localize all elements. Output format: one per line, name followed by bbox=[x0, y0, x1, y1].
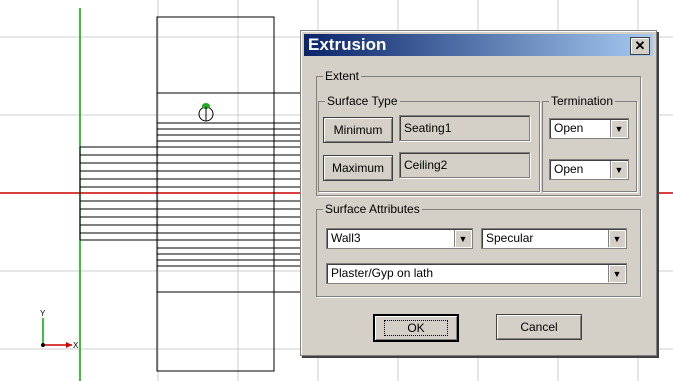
close-icon: ✕ bbox=[634, 38, 646, 53]
surface-select[interactable]: Wall3 ▼ bbox=[326, 228, 473, 249]
material-value: Plaster/Gyp on lath bbox=[331, 266, 434, 280]
surface-type-label: Surface Type bbox=[325, 94, 400, 108]
termination-min-select[interactable]: Open ▼ bbox=[549, 118, 629, 139]
axis-x-label: X bbox=[73, 341, 79, 350]
surface-attributes-label: Surface Attributes bbox=[323, 202, 422, 216]
material-select[interactable]: Plaster/Gyp on lath ▼ bbox=[326, 263, 627, 284]
chevron-down-icon[interactable]: ▼ bbox=[608, 265, 625, 282]
chevron-down-icon[interactable]: ▼ bbox=[610, 161, 627, 178]
chevron-down-icon[interactable]: ▼ bbox=[454, 230, 471, 247]
termination-label: Termination bbox=[549, 94, 616, 108]
dialog-title: Extrusion bbox=[308, 35, 387, 54]
cancel-button-label: Cancel bbox=[520, 320, 558, 334]
ok-button[interactable]: OK bbox=[373, 314, 459, 342]
close-button[interactable]: ✕ bbox=[630, 37, 650, 55]
maximum-button-label: Maximum bbox=[331, 161, 384, 175]
termination-min-value: Open bbox=[554, 121, 584, 135]
reflection-select[interactable]: Specular ▼ bbox=[481, 228, 627, 249]
cancel-button[interactable]: Cancel bbox=[496, 314, 582, 340]
maximum-button[interactable]: Maximum bbox=[323, 155, 393, 181]
minimum-button-label: Minimum bbox=[333, 123, 383, 137]
reflection-value: Specular bbox=[486, 231, 534, 245]
minimum-surface-value: Seating1 bbox=[404, 121, 452, 135]
dialog-titlebar[interactable]: Extrusion ✕ bbox=[304, 34, 653, 56]
extrusion-dialog: Extrusion ✕ Extent Surface Type Minimum … bbox=[300, 30, 657, 356]
maximum-surface-value: Ceiling2 bbox=[404, 158, 448, 172]
termination-max-value: Open bbox=[554, 162, 584, 176]
chevron-down-icon[interactable]: ▼ bbox=[610, 120, 627, 137]
axis-y-label: Y bbox=[40, 309, 46, 318]
termination-max-select[interactable]: Open ▼ bbox=[549, 159, 629, 180]
extent-label: Extent bbox=[323, 69, 362, 83]
ok-button-label: OK bbox=[384, 320, 448, 336]
surface-value: Wall3 bbox=[331, 231, 361, 245]
axis-triad-icon: Y X bbox=[40, 309, 79, 350]
minimum-button[interactable]: Minimum bbox=[323, 117, 393, 143]
maximum-surface-field: Ceiling2 bbox=[399, 152, 530, 178]
minimum-surface-field: Seating1 bbox=[399, 115, 530, 141]
chevron-down-icon[interactable]: ▼ bbox=[608, 230, 625, 247]
room-geometry bbox=[79, 16, 310, 372]
